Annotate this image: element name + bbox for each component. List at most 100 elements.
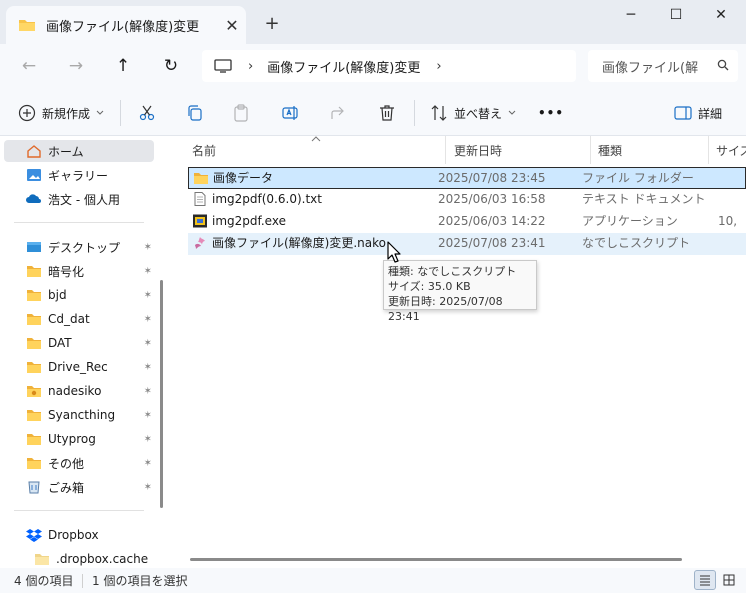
- maximize-button[interactable]: ☐: [653, 0, 699, 32]
- tab-close-button[interactable]: ✕: [218, 16, 246, 35]
- new-tab-button[interactable]: +: [258, 12, 286, 36]
- sidebar-item-folder[interactable]: Syancthing ✶: [4, 404, 154, 426]
- file-name: 画像データ: [213, 171, 274, 185]
- back-button[interactable]: ←: [14, 52, 44, 80]
- tab-active[interactable]: 画像ファイル(解像度)変更 ✕: [6, 6, 246, 44]
- file-date: 2025/07/08 23:45: [438, 171, 546, 185]
- file-tooltip: 種類: なでしこスクリプト サイズ: 35.0 KB 更新日時: 2025/07…: [383, 260, 537, 323]
- delete-button[interactable]: [378, 100, 396, 126]
- refresh-button[interactable]: ↻: [156, 52, 186, 80]
- horizontal-scrollbar[interactable]: [190, 558, 682, 561]
- nako-script-icon: [195, 237, 205, 249]
- more-options-button[interactable]: •••: [538, 100, 564, 126]
- column-header-date[interactable]: 更新日時: [446, 136, 590, 164]
- tooltip-modified: 更新日時: 2025/07/08 23:41: [388, 295, 503, 323]
- file-size: 10,: [718, 214, 738, 228]
- sort-button[interactable]: 並べ替え: [430, 100, 516, 126]
- folder-icon: [35, 554, 49, 565]
- close-button[interactable]: ✕: [698, 0, 744, 32]
- pin-icon: ✶: [143, 241, 152, 253]
- sidebar-item-folder[interactable]: DAT ✶: [4, 332, 154, 354]
- details-view-icon: [700, 575, 710, 586]
- view-button[interactable]: 詳細: [674, 100, 722, 126]
- sidebar-item-folder[interactable]: Utyprog ✶: [4, 428, 154, 450]
- file-row[interactable]: img2pdf.exe 2025/06/03 14:22 アプリケーション 10…: [188, 211, 746, 233]
- pin-icon: ✶: [143, 337, 152, 349]
- pin-icon: ✶: [143, 385, 152, 397]
- status-bar: 4 個の項目 1 個の項目を選択: [0, 568, 746, 593]
- file-type: アプリケーション: [582, 214, 678, 228]
- rename-button[interactable]: [282, 100, 300, 126]
- sidebar-item-gallery[interactable]: ギャラリー: [4, 164, 154, 186]
- file-type: テキスト ドキュメント: [582, 192, 706, 206]
- share-button[interactable]: [330, 100, 348, 126]
- desktop-icon: [27, 242, 41, 252]
- folder-icon: [27, 386, 41, 397]
- address-bar[interactable]: › 画像ファイル(解像度)変更 ›: [202, 50, 576, 82]
- sidebar-item-recycle-bin[interactable]: ごみ箱 ✶: [4, 476, 154, 498]
- tiles-view-icon: [723, 574, 735, 586]
- breadcrumb-separator[interactable]: ›: [436, 59, 441, 74]
- tab-bar: 画像ファイル(解像度)変更 ✕ + ─ ☐ ✕: [0, 0, 746, 44]
- sidebar-item-home[interactable]: ホーム: [4, 140, 154, 162]
- details-view-button[interactable]: [694, 570, 716, 590]
- gallery-icon: [27, 169, 41, 181]
- sidebar-item-folder[interactable]: その他 ✶: [4, 452, 154, 474]
- pin-icon: ✶: [143, 433, 152, 445]
- sidebar-item-label: Cd_dat: [48, 312, 90, 326]
- new-button-label: 新規作成: [42, 106, 91, 121]
- column-header-label: 更新日時: [454, 143, 503, 158]
- mouse-cursor-icon: [387, 241, 401, 263]
- sidebar-scrollbar[interactable]: [160, 280, 163, 508]
- sidebar-item-label: ギャラリー: [48, 168, 109, 183]
- home-icon: [27, 145, 41, 158]
- cut-button[interactable]: [138, 100, 156, 126]
- dropbox-icon: [26, 529, 42, 542]
- file-list: 名前 更新日時 種類 サイズ 画像データ 2025/07/08 23:45 ファ…: [174, 136, 746, 568]
- file-date: 2025/06/03 14:22: [438, 214, 546, 228]
- new-button[interactable]: 新規作成: [18, 100, 104, 126]
- column-header-size[interactable]: サイズ: [708, 136, 746, 164]
- search-box[interactable]: 画像ファイル(解: [588, 50, 738, 82]
- sidebar-item-folder[interactable]: 暗号化 ✶: [4, 260, 154, 282]
- sidebar-item-label: Syancthing: [48, 408, 116, 422]
- sidebar-item-label: DAT: [48, 336, 72, 350]
- sidebar-item-folder[interactable]: nadesiko ✶: [4, 380, 154, 402]
- scissors-icon: [139, 105, 155, 121]
- chevron-down-icon: [96, 110, 104, 115]
- sidebar-divider: [14, 510, 144, 511]
- column-header-type[interactable]: 種類: [590, 136, 708, 164]
- file-row[interactable]: 画像データ 2025/07/08 23:45 ファイル フォルダー: [188, 167, 746, 189]
- sidebar-item-folder[interactable]: bjd ✶: [4, 284, 154, 306]
- file-date: 2025/07/08 23:41: [438, 236, 546, 250]
- forward-button[interactable]: →: [61, 52, 91, 80]
- breadcrumb-item[interactable]: 画像ファイル(解像度)変更: [267, 57, 420, 76]
- pin-icon: ✶: [143, 481, 152, 493]
- sidebar-item-dropbox[interactable]: Dropbox: [4, 524, 154, 546]
- sidebar-item-onedrive[interactable]: 浩文 - 個人用: [4, 188, 154, 210]
- copy-button[interactable]: [186, 100, 204, 126]
- selected-count: 1 個の項目を選択: [92, 574, 188, 588]
- search-input[interactable]: 画像ファイル(解: [602, 57, 708, 76]
- recycle-bin-icon: [28, 481, 40, 494]
- sidebar-item-folder[interactable]: .dropbox.cache: [4, 548, 154, 570]
- sidebar-item-folder[interactable]: Cd_dat ✶: [4, 308, 154, 330]
- file-row[interactable]: img2pdf(0.6.0).txt 2025/06/03 16:58 テキスト…: [188, 189, 746, 211]
- file-type: ファイル フォルダー: [582, 171, 694, 185]
- exe-icon: [193, 214, 207, 228]
- navigation-pane: ホーム ギャラリー 浩文 - 個人用 デスクトップ ✶ 暗号化 ✶ bjd ✶ …: [0, 136, 174, 568]
- tiles-view-button[interactable]: [718, 570, 740, 590]
- sidebar-item-folder[interactable]: Drive_Rec ✶: [4, 356, 154, 378]
- minimize-button[interactable]: ─: [608, 0, 654, 32]
- file-name: img2pdf.exe: [212, 214, 286, 228]
- plus-circle-icon: [18, 104, 36, 122]
- share-icon: [331, 106, 344, 119]
- file-row[interactable]: 画像ファイル(解像度)変更.nako 2025/07/08 23:41 なでしこ…: [188, 233, 746, 255]
- sidebar-item-desktop[interactable]: デスクトップ ✶: [4, 236, 154, 258]
- sort-button-label: 並べ替え: [454, 106, 503, 121]
- up-button[interactable]: ↑: [108, 52, 138, 80]
- paste-button[interactable]: [232, 100, 250, 126]
- sidebar-item-label: デスクトップ: [48, 240, 121, 255]
- folder-icon: [27, 410, 41, 421]
- tooltip-size: サイズ: 35.0 KB: [388, 280, 471, 293]
